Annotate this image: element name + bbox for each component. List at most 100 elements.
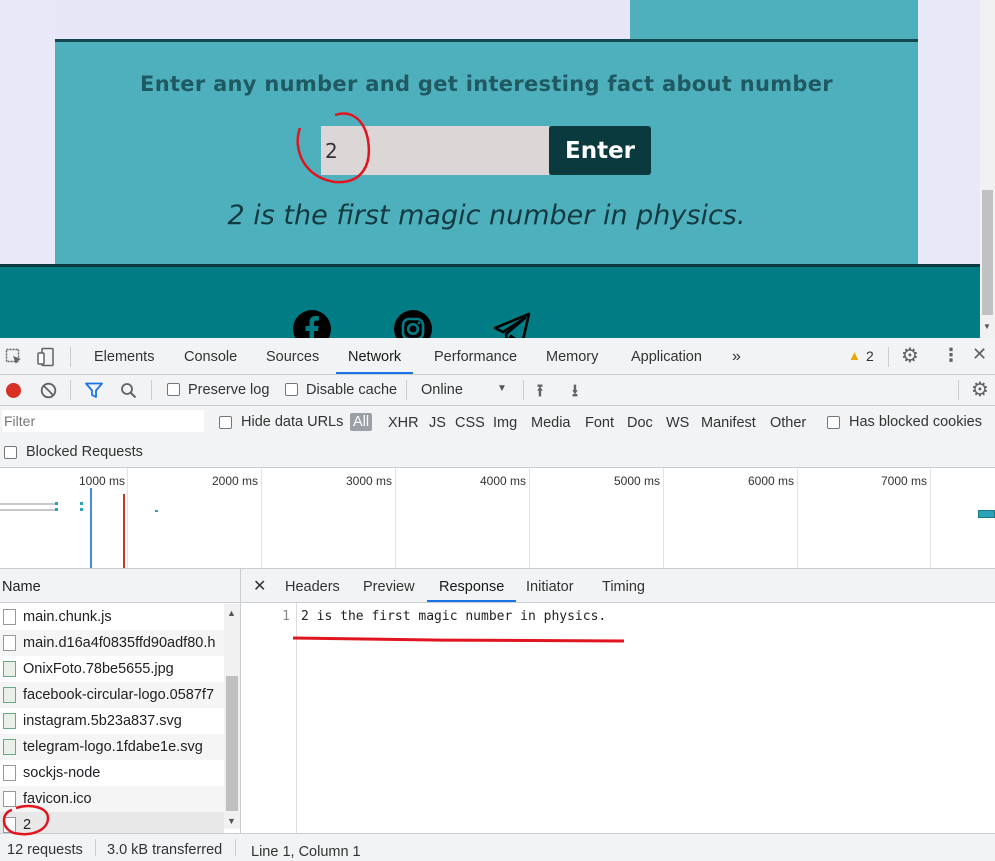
devtools-tab-bar: Elements Console Sources Network Perform… (0, 338, 995, 375)
timeline-request-bar (80, 502, 83, 505)
scroll-down-arrow-icon[interactable]: ▼ (227, 816, 236, 826)
hide-data-urls-checkbox[interactable] (219, 416, 232, 429)
record-icon[interactable] (6, 383, 21, 398)
type-filter-img[interactable]: Img (493, 415, 517, 431)
filter-input[interactable] (2, 410, 204, 432)
warning-icon[interactable]: ▲ (848, 348, 861, 363)
tab-memory[interactable]: Memory (546, 338, 598, 374)
more-tabs-icon[interactable]: » (732, 338, 741, 374)
response-body-viewer[interactable]: 1 2 is the first magic number in physics… (241, 603, 995, 833)
image-file-icon (3, 739, 16, 755)
tab-response[interactable]: Response (427, 569, 517, 602)
timeline-gridline (395, 468, 396, 568)
filter-icon[interactable] (85, 382, 103, 399)
preserve-log-checkbox[interactable] (167, 383, 180, 396)
request-name: instagram.5b23a837.svg (23, 713, 182, 729)
more-options-icon[interactable]: ⋮ (942, 345, 960, 366)
tab-performance[interactable]: Performance (434, 338, 517, 374)
file-icon (3, 817, 16, 833)
request-row[interactable]: main.d16a4f0835ffd90adf80.h (0, 630, 224, 656)
network-settings-icon[interactable]: ⚙ (971, 377, 989, 402)
warning-count[interactable]: 2 (866, 348, 874, 364)
telegram-icon[interactable] (492, 309, 532, 338)
page-scrollbar[interactable]: ▼ (980, 0, 995, 338)
request-row[interactable]: main.chunk.js (0, 604, 224, 630)
tab-initiator[interactable]: Initiator (526, 569, 574, 602)
tab-console[interactable]: Console (184, 338, 237, 374)
request-row[interactable]: favicon.ico (0, 786, 224, 812)
settings-gear-icon[interactable]: ⚙ (901, 343, 919, 368)
has-blocked-cookies-label: Has blocked cookies (849, 414, 982, 430)
type-filter-ws[interactable]: WS (666, 415, 689, 431)
export-har-icon[interactable]: ⭳ (572, 378, 578, 407)
instagram-icon[interactable] (393, 309, 433, 338)
request-name: main.chunk.js (23, 609, 112, 625)
close-devtools-icon[interactable]: ✕ (972, 344, 987, 365)
blocked-requests-checkbox[interactable] (4, 446, 17, 459)
timeline-gridline (127, 468, 128, 568)
type-filter-all[interactable]: All (350, 413, 373, 431)
inspect-element-icon[interactable] (5, 348, 23, 366)
image-file-icon (3, 687, 16, 703)
timeline-gridline (529, 468, 530, 568)
tab-separator (70, 347, 71, 367)
request-detail-tabs: ✕ Headers Preview Response Initiator Tim… (241, 569, 995, 603)
facebook-icon[interactable] (292, 309, 332, 338)
timeline-request-bar (0, 503, 56, 505)
type-filter-other[interactable]: Other (770, 415, 806, 431)
request-name: facebook-circular-logo.0587f7 (23, 687, 215, 703)
timeline-tick-label: 3000 ms (345, 474, 392, 488)
response-text[interactable]: 2 is the first magic number in physics. (301, 609, 606, 624)
throttling-dropdown-icon[interactable]: ▼ (497, 383, 507, 394)
line-number: 1 (282, 609, 290, 624)
tab-preview[interactable]: Preview (363, 569, 415, 602)
scroll-down-arrow-icon[interactable]: ▼ (983, 322, 991, 331)
tab-application[interactable]: Application (631, 338, 702, 374)
request-list-scrollbar-thumb[interactable] (226, 676, 238, 811)
timeline-tick-label: 4000 ms (479, 474, 526, 488)
clear-icon[interactable] (40, 382, 57, 399)
disable-cache-checkbox[interactable] (285, 383, 298, 396)
number-input[interactable] (321, 126, 549, 175)
has-blocked-cookies-checkbox[interactable] (827, 416, 840, 429)
timeline-gridline (797, 468, 798, 568)
device-toolbar-icon[interactable] (37, 347, 57, 367)
page-scrollbar-thumb[interactable] (982, 190, 993, 315)
file-icon (3, 635, 16, 651)
type-filter-font[interactable]: Font (585, 415, 614, 431)
type-filter-manifest[interactable]: Manifest (701, 415, 756, 431)
scroll-up-arrow-icon[interactable]: ▲ (227, 608, 236, 618)
type-filter-doc[interactable]: Doc (627, 415, 653, 431)
network-toolbar: Preserve log Disable cache Online ▼ ⭱ ⭳ … (0, 375, 995, 406)
close-detail-icon[interactable]: ✕ (253, 569, 266, 602)
timeline-tick-label: 7000 ms (880, 474, 927, 488)
request-row[interactable]: instagram.5b23a837.svg (0, 708, 224, 734)
fact-text: 2 is the first magic number in physics. (227, 200, 746, 231)
enter-button[interactable]: Enter (549, 126, 651, 175)
type-filter-js[interactable]: JS (429, 415, 446, 431)
tab-elements[interactable]: Elements (94, 338, 154, 374)
image-file-icon (3, 661, 16, 677)
tab-sources[interactable]: Sources (266, 338, 319, 374)
request-list-scrollbar[interactable]: ▲ ▼ (224, 604, 240, 829)
request-row[interactable]: telegram-logo.1fdabe1e.svg (0, 734, 224, 760)
type-filter-css[interactable]: CSS (455, 415, 485, 431)
request-row[interactable]: sockjs-node (0, 760, 224, 786)
tab-timing[interactable]: Timing (602, 569, 645, 602)
request-row[interactable]: OnixFoto.78be5655.jpg (0, 656, 224, 682)
timeline-tick-label: 1000 ms (78, 474, 125, 488)
toolbar-separator (958, 380, 959, 400)
tab-network[interactable]: Network (336, 338, 414, 374)
toolbar-separator (406, 380, 407, 400)
request-row[interactable]: facebook-circular-logo.0587f7 (0, 682, 224, 708)
request-name: sockjs-node (23, 765, 101, 781)
throttling-select[interactable]: Online (421, 382, 463, 398)
name-column-header[interactable]: Name (0, 569, 240, 603)
image-file-icon (3, 713, 16, 729)
tab-headers[interactable]: Headers (285, 569, 340, 602)
type-filter-xhr[interactable]: XHR (388, 415, 419, 431)
import-har-icon[interactable]: ⭱ (537, 378, 543, 407)
network-overview-timeline[interactable]: 1000 ms 2000 ms 3000 ms 4000 ms 5000 ms … (0, 468, 995, 569)
search-icon[interactable] (120, 382, 137, 399)
type-filter-media[interactable]: Media (531, 415, 571, 431)
